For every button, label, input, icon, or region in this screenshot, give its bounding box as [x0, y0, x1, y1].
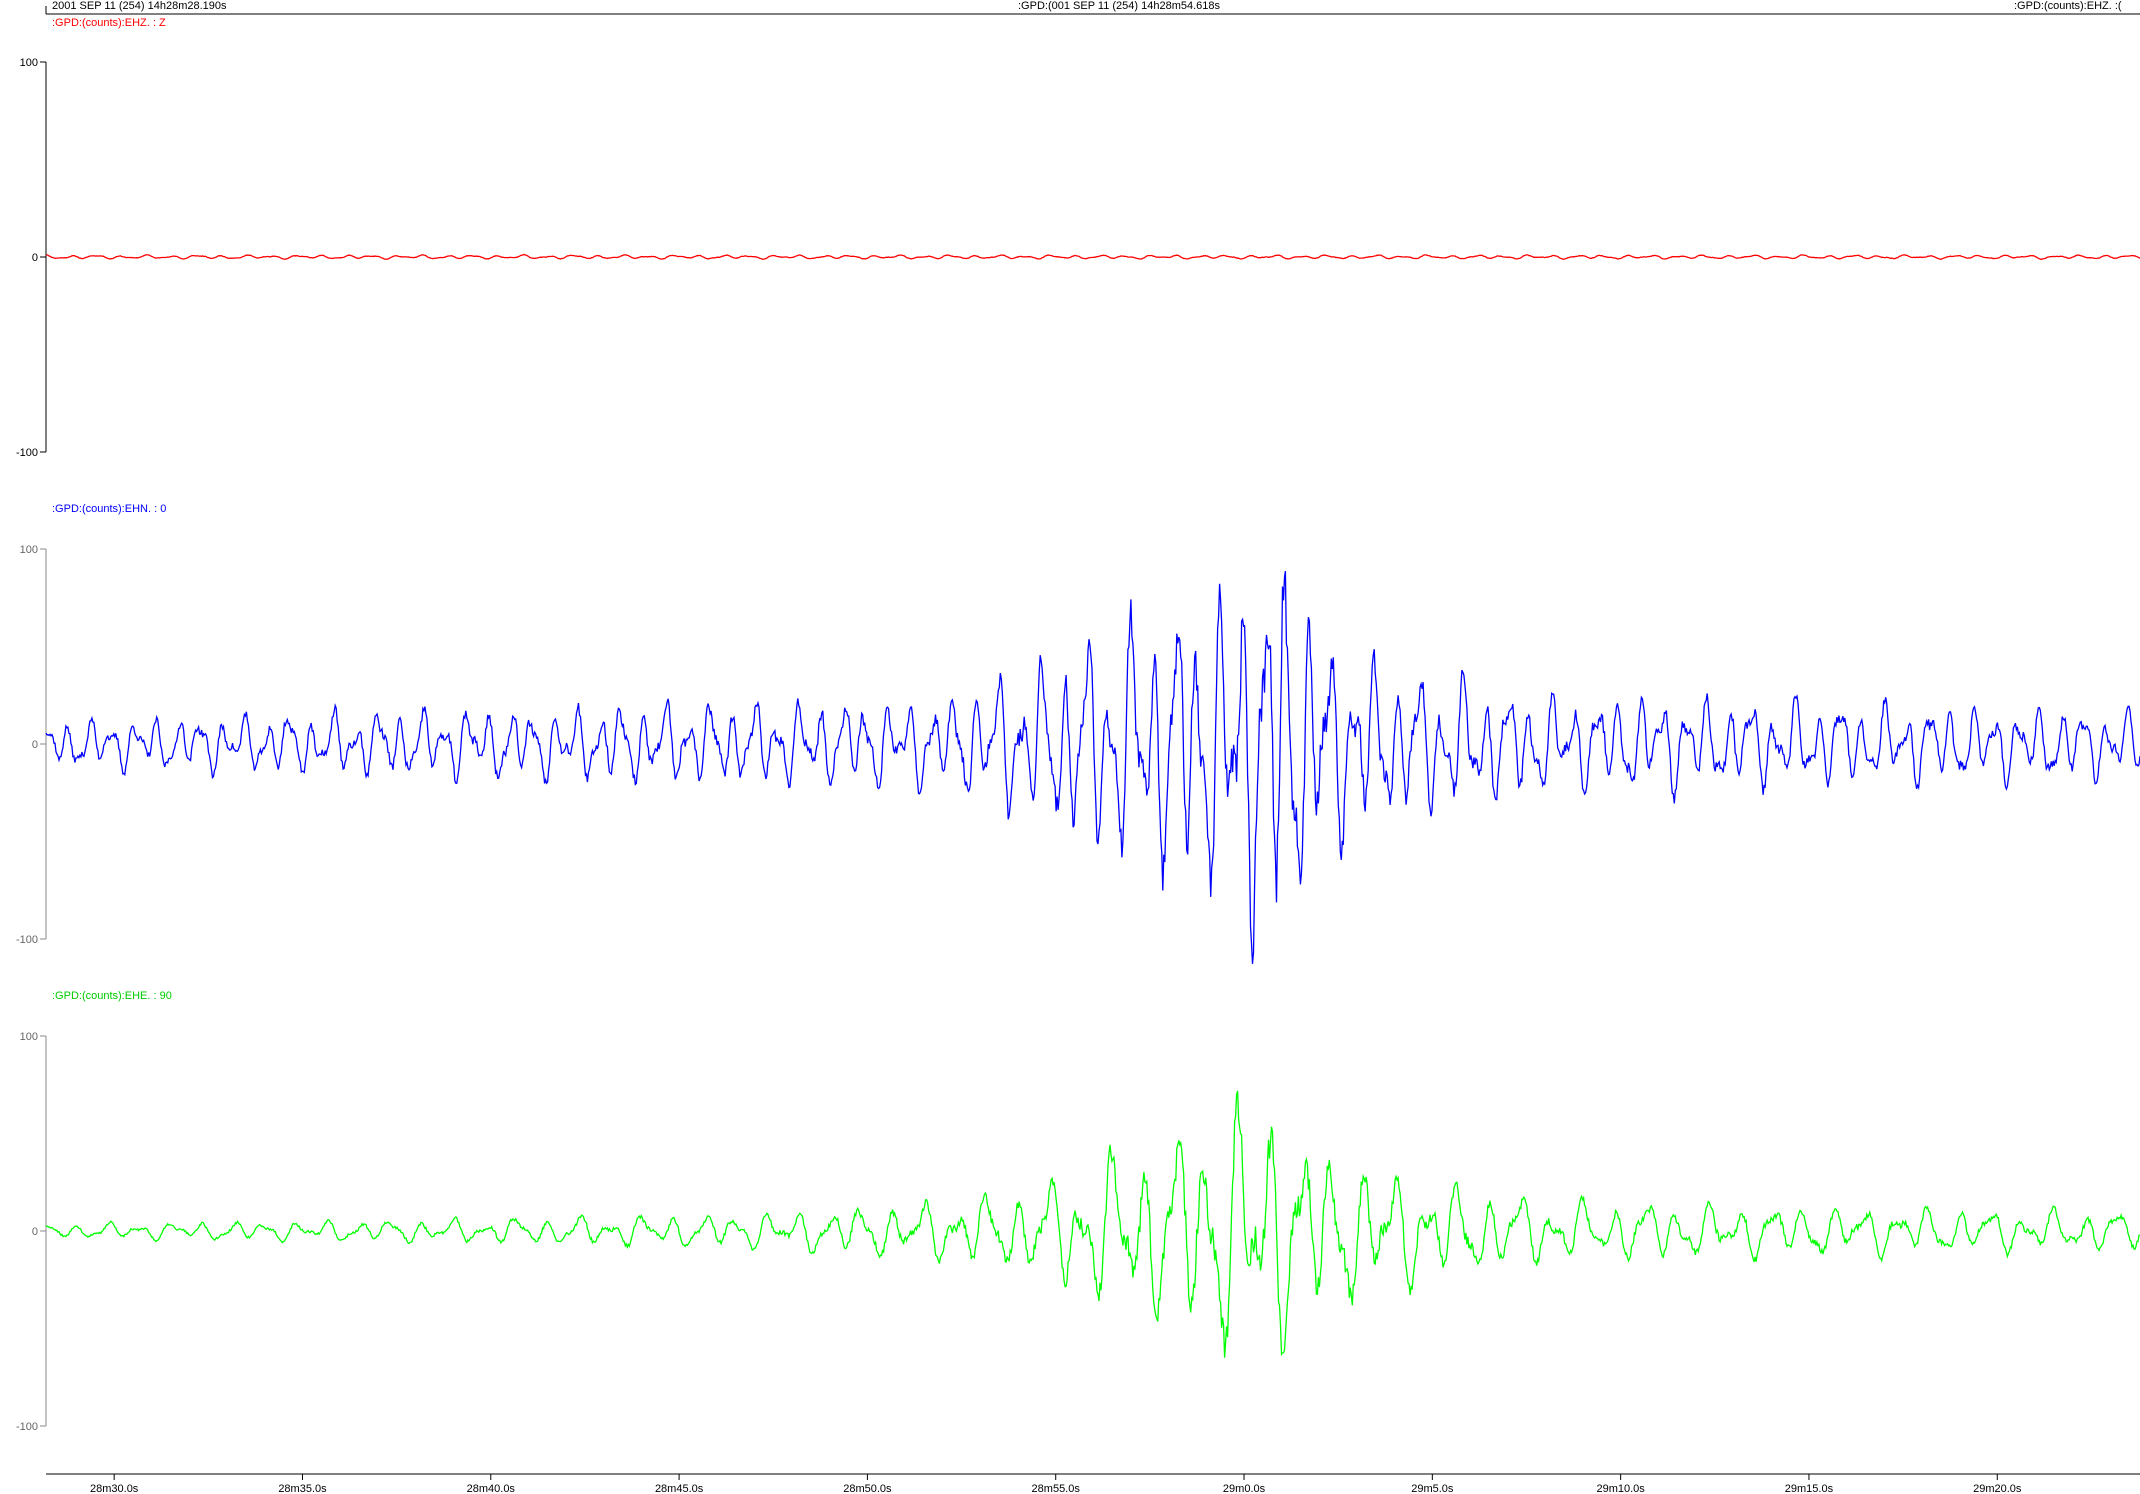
waveform-panel-3 — [45, 1090, 2140, 1358]
x-tick-label: 29m5.0s — [1411, 1483, 1454, 1494]
y-tick-label-panel-3: 100 — [20, 1031, 38, 1043]
y-tick-label-panel-3: -100 — [16, 1421, 38, 1433]
seismogram-plot: 100 0 -100 100 0 -100 100 0 -100 28m30.0s 28m35.0s… — [16, 6, 2140, 1494]
x-tick-label: 29m15.0s — [1785, 1483, 1834, 1494]
y-tick-label-panel-1: -100 — [16, 447, 38, 459]
x-tick-label: 28m40.0s — [467, 1483, 516, 1494]
waveform-panel-1 — [45, 253, 2140, 261]
waveform-panel-2 — [45, 571, 2140, 964]
x-tick-label: 28m50.0s — [843, 1483, 892, 1494]
x-tick-label: 29m0.0s — [1223, 1483, 1266, 1494]
y-tick-label-panel-1: 100 — [20, 57, 38, 69]
x-tick-label: 28m45.0s — [655, 1483, 704, 1494]
y-tick-label-panel-2: 100 — [20, 544, 38, 556]
x-tick-label: 29m10.0s — [1596, 1483, 1645, 1494]
seismogram-viewer: 2001 SEP 11 (254) 14h28m28.190s :GPD:(00… — [0, 0, 2140, 1494]
y-tick-label-panel-1: 0 — [32, 252, 38, 264]
y-tick-label-panel-2: 0 — [32, 739, 38, 751]
x-tick-label: 29m20.0s — [1973, 1483, 2022, 1494]
y-tick-label-panel-2: -100 — [16, 934, 38, 946]
x-tick-label: 28m35.0s — [278, 1483, 327, 1494]
x-tick-label: 28m30.0s — [90, 1483, 139, 1494]
x-tick-label: 28m55.0s — [1032, 1483, 1081, 1494]
y-tick-label-panel-3: 0 — [32, 1226, 38, 1238]
